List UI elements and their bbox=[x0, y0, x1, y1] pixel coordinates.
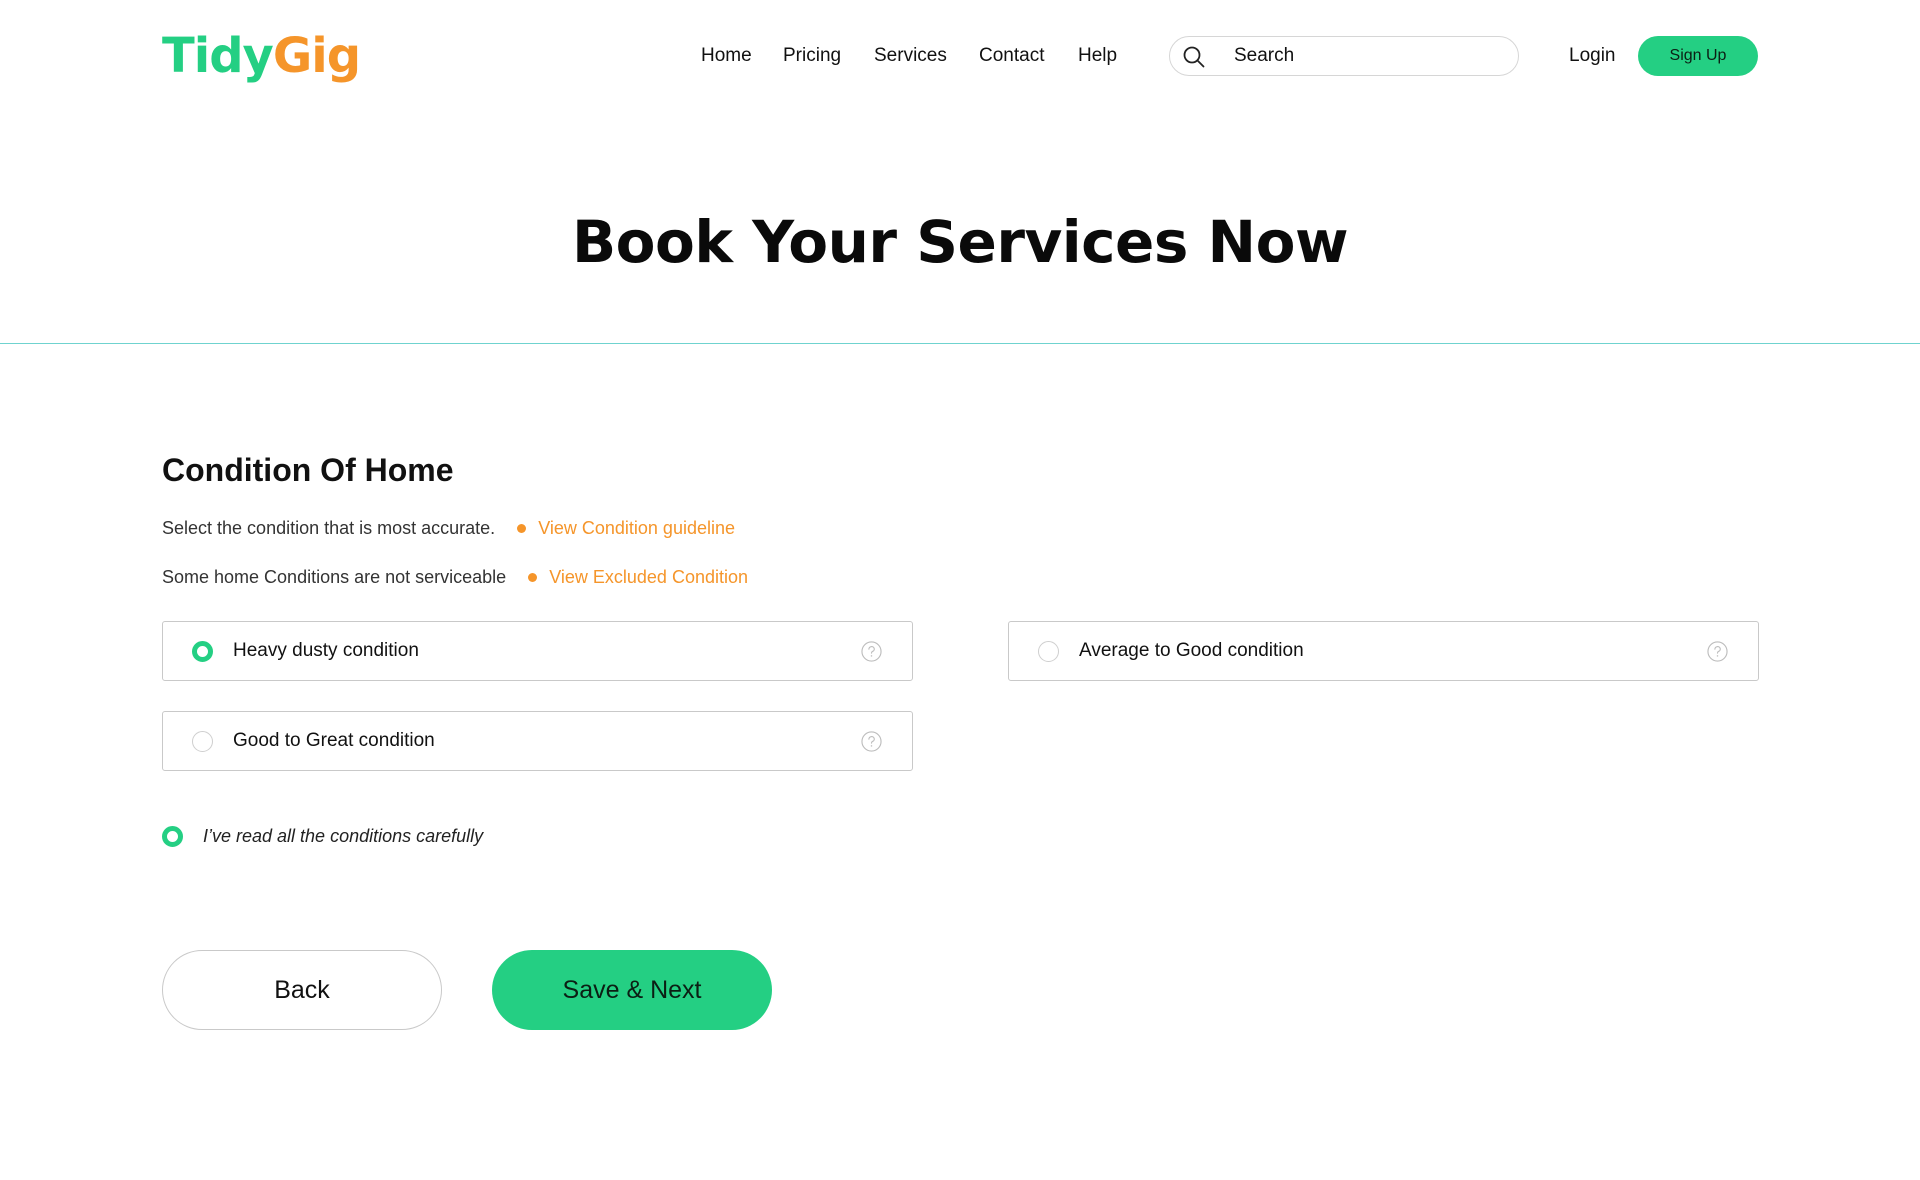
save-next-button[interactable]: Save & Next bbox=[492, 950, 772, 1030]
logo-part-gig: Gig bbox=[272, 28, 361, 84]
excluded-condition-text: Some home Conditions are not serviceable bbox=[162, 567, 507, 587]
condition-option-average-to-good[interactable]: Average to Good condition bbox=[1008, 621, 1759, 681]
conditions-read-acknowledgement[interactable]: I’ve read all the conditions carefully bbox=[162, 824, 483, 848]
help-circle-icon[interactable] bbox=[1707, 641, 1728, 662]
section-divider bbox=[0, 343, 1920, 344]
radio-selected-icon[interactable] bbox=[192, 641, 213, 662]
radio-unselected-icon[interactable] bbox=[192, 731, 213, 752]
nav-pricing[interactable]: Pricing bbox=[783, 40, 841, 72]
acknowledgement-label: I’ve read all the conditions carefully bbox=[203, 825, 484, 846]
radio-selected-icon[interactable] bbox=[162, 825, 183, 847]
condition-section-title: Condition Of Home bbox=[162, 452, 454, 488]
nav-services[interactable]: Services bbox=[874, 40, 947, 72]
condition-option-good-to-great[interactable]: Good to Great condition bbox=[162, 711, 913, 771]
site-header: TidyGig Home Pricing Services Contact He… bbox=[0, 0, 1920, 110]
signup-button[interactable]: Sign Up bbox=[1638, 36, 1758, 76]
option-label: Good to Great condition bbox=[233, 730, 435, 751]
bullet-dot-icon bbox=[528, 572, 538, 582]
search-box[interactable] bbox=[1169, 36, 1519, 76]
login-link[interactable]: Login bbox=[1569, 40, 1616, 72]
excluded-condition-row: Some home Conditions are not serviceable… bbox=[162, 565, 748, 589]
radio-unselected-icon[interactable] bbox=[1038, 641, 1059, 662]
option-label: Heavy dusty condition bbox=[233, 640, 419, 661]
logo[interactable]: TidyGig bbox=[162, 26, 361, 86]
view-condition-guideline-link[interactable]: View Condition guideline bbox=[538, 516, 735, 540]
view-excluded-condition-link[interactable]: View Excluded Condition bbox=[549, 565, 748, 589]
nav-home[interactable]: Home bbox=[701, 40, 752, 72]
logo-part-tidy: Tidy bbox=[162, 28, 274, 84]
condition-option-heavy-dusty[interactable]: Heavy dusty condition bbox=[162, 621, 913, 681]
condition-guideline-row: Select the condition that is most accura… bbox=[162, 516, 735, 540]
help-circle-icon[interactable] bbox=[861, 641, 882, 662]
back-button[interactable]: Back bbox=[162, 950, 442, 1030]
nav-contact[interactable]: Contact bbox=[979, 40, 1044, 72]
search-input[interactable] bbox=[1234, 37, 1504, 75]
condition-guideline-text: Select the condition that is most accura… bbox=[162, 518, 496, 538]
option-label: Average to Good condition bbox=[1079, 640, 1304, 661]
bullet-dot-icon bbox=[517, 523, 527, 533]
help-circle-icon[interactable] bbox=[861, 731, 882, 752]
page-title: Book Your Services Now bbox=[571, 208, 1349, 276]
nav-help[interactable]: Help bbox=[1078, 40, 1117, 72]
search-icon bbox=[1183, 46, 1205, 68]
